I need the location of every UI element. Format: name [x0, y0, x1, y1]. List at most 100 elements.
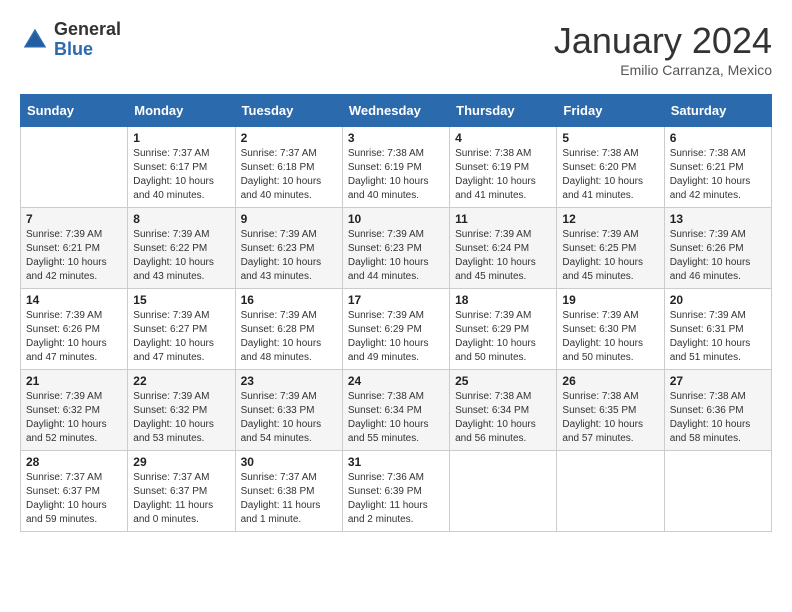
day-number: 4 [455, 131, 551, 145]
day-number: 19 [562, 293, 658, 307]
day-number: 5 [562, 131, 658, 145]
calendar-cell: 6 Sunrise: 7:38 AM Sunset: 6:21 PM Daylig… [664, 127, 771, 208]
day-info: Sunrise: 7:38 AM Sunset: 6:35 PM Dayligh… [562, 390, 658, 446]
calendar-cell: 12Sunrise: 7:39 AM Sunset: 6:25 PM Dayli… [557, 208, 664, 289]
day-info: Sunrise: 7:37 AM Sunset: 6:37 PM Dayligh… [133, 471, 229, 527]
day-number: 11 [455, 212, 551, 226]
day-number: 1 [133, 131, 229, 145]
day-number: 28 [26, 455, 122, 469]
calendar-cell: 2 Sunrise: 7:37 AM Sunset: 6:18 PM Daylig… [235, 127, 342, 208]
day-number: 20 [670, 293, 766, 307]
day-info: Sunrise: 7:37 AM Sunset: 6:37 PM Dayligh… [26, 471, 122, 527]
day-number: 10 [348, 212, 444, 226]
day-number: 24 [348, 374, 444, 388]
day-info: Sunrise: 7:38 AM Sunset: 6:19 PM Dayligh… [455, 147, 551, 203]
calendar-cell: 25 Sunrise: 7:38 AM Sunset: 6:34 PM Dayli… [450, 370, 557, 451]
day-number: 3 [348, 131, 444, 145]
day-number: 14 [26, 293, 122, 307]
day-info: Sunrise: 7:38 AM Sunset: 6:34 PM Dayligh… [348, 390, 444, 446]
day-number: 30 [241, 455, 337, 469]
calendar-cell: 26 Sunrise: 7:38 AM Sunset: 6:35 PM Dayli… [557, 370, 664, 451]
day-info: Sunrise: 7:37 AM Sunset: 6:17 PM Dayligh… [133, 147, 229, 203]
calendar-cell [557, 451, 664, 532]
calendar-cell: 16Sunrise: 7:39 AM Sunset: 6:28 PM Dayli… [235, 289, 342, 370]
calendar-cell: 22Sunrise: 7:39 AM Sunset: 6:32 PM Dayli… [128, 370, 235, 451]
day-number: 8 [133, 212, 229, 226]
weekday-header-monday: Monday [128, 95, 235, 127]
day-info: Sunrise: 7:38 AM Sunset: 6:20 PM Dayligh… [562, 147, 658, 203]
week-row-2: 7Sunrise: 7:39 AM Sunset: 6:21 PM Daylig… [21, 208, 772, 289]
day-info: Sunrise: 7:37 AM Sunset: 6:38 PM Dayligh… [241, 471, 337, 527]
day-info: Sunrise: 7:39 AM Sunset: 6:29 PM Dayligh… [455, 309, 551, 365]
logo-text: General Blue [54, 20, 121, 60]
calendar-cell: 1 Sunrise: 7:37 AM Sunset: 6:17 PM Daylig… [128, 127, 235, 208]
day-info: Sunrise: 7:39 AM Sunset: 6:22 PM Dayligh… [133, 228, 229, 284]
title-block: January 2024 Emilio Carranza, Mexico [554, 20, 772, 78]
calendar-cell: 18 Sunrise: 7:39 AM Sunset: 6:29 PM Dayli… [450, 289, 557, 370]
calendar-cell: 7Sunrise: 7:39 AM Sunset: 6:21 PM Daylig… [21, 208, 128, 289]
week-row-4: 21 Sunrise: 7:39 AM Sunset: 6:32 PM Dayli… [21, 370, 772, 451]
weekday-header-wednesday: Wednesday [342, 95, 449, 127]
calendar-cell: 11Sunrise: 7:39 AM Sunset: 6:24 PM Dayli… [450, 208, 557, 289]
weekday-header-thursday: Thursday [450, 95, 557, 127]
calendar-cell [21, 127, 128, 208]
logo-general: General [54, 20, 121, 40]
day-number: 9 [241, 212, 337, 226]
calendar-cell: 28 Sunrise: 7:37 AM Sunset: 6:37 PM Dayli… [21, 451, 128, 532]
day-info: Sunrise: 7:39 AM Sunset: 6:30 PM Dayligh… [562, 309, 658, 365]
day-number: 27 [670, 374, 766, 388]
calendar-cell: 13 Sunrise: 7:39 AM Sunset: 6:26 PM Dayli… [664, 208, 771, 289]
calendar-cell: 4 Sunrise: 7:38 AM Sunset: 6:19 PM Daylig… [450, 127, 557, 208]
week-row-3: 14 Sunrise: 7:39 AM Sunset: 6:26 PM Dayli… [21, 289, 772, 370]
calendar-cell: 9Sunrise: 7:39 AM Sunset: 6:23 PM Daylig… [235, 208, 342, 289]
day-info: Sunrise: 7:38 AM Sunset: 6:36 PM Dayligh… [670, 390, 766, 446]
calendar-cell: 29 Sunrise: 7:37 AM Sunset: 6:37 PM Dayli… [128, 451, 235, 532]
calendar-cell: 8 Sunrise: 7:39 AM Sunset: 6:22 PM Daylig… [128, 208, 235, 289]
calendar-cell: 15 Sunrise: 7:39 AM Sunset: 6:27 PM Dayli… [128, 289, 235, 370]
calendar-cell: 17 Sunrise: 7:39 AM Sunset: 6:29 PM Dayli… [342, 289, 449, 370]
day-number: 18 [455, 293, 551, 307]
day-info: Sunrise: 7:39 AM Sunset: 6:26 PM Dayligh… [670, 228, 766, 284]
calendar-cell: 3Sunrise: 7:38 AM Sunset: 6:19 PM Daylig… [342, 127, 449, 208]
day-number: 25 [455, 374, 551, 388]
day-info: Sunrise: 7:39 AM Sunset: 6:29 PM Dayligh… [348, 309, 444, 365]
day-info: Sunrise: 7:39 AM Sunset: 6:32 PM Dayligh… [133, 390, 229, 446]
day-number: 6 [670, 131, 766, 145]
week-row-5: 28 Sunrise: 7:37 AM Sunset: 6:37 PM Dayli… [21, 451, 772, 532]
day-info: Sunrise: 7:39 AM Sunset: 6:33 PM Dayligh… [241, 390, 337, 446]
weekday-header-sunday: Sunday [21, 95, 128, 127]
day-info: Sunrise: 7:37 AM Sunset: 6:18 PM Dayligh… [241, 147, 337, 203]
calendar-cell [450, 451, 557, 532]
day-number: 21 [26, 374, 122, 388]
day-number: 29 [133, 455, 229, 469]
logo-blue: Blue [54, 40, 121, 60]
calendar-table: SundayMondayTuesdayWednesdayThursdayFrid… [20, 94, 772, 532]
day-info: Sunrise: 7:39 AM Sunset: 6:27 PM Dayligh… [133, 309, 229, 365]
day-info: Sunrise: 7:39 AM Sunset: 6:21 PM Dayligh… [26, 228, 122, 284]
day-info: Sunrise: 7:39 AM Sunset: 6:32 PM Dayligh… [26, 390, 122, 446]
calendar-cell: 24 Sunrise: 7:38 AM Sunset: 6:34 PM Dayli… [342, 370, 449, 451]
day-number: 2 [241, 131, 337, 145]
day-info: Sunrise: 7:38 AM Sunset: 6:21 PM Dayligh… [670, 147, 766, 203]
day-number: 26 [562, 374, 658, 388]
page-header: General Blue January 2024 Emilio Carranz… [20, 20, 772, 78]
calendar-subtitle: Emilio Carranza, Mexico [554, 62, 772, 78]
calendar-cell: 10Sunrise: 7:39 AM Sunset: 6:23 PM Dayli… [342, 208, 449, 289]
day-info: Sunrise: 7:39 AM Sunset: 6:25 PM Dayligh… [562, 228, 658, 284]
calendar-cell: 20Sunrise: 7:39 AM Sunset: 6:31 PM Dayli… [664, 289, 771, 370]
calendar-title: January 2024 [554, 20, 772, 62]
calendar-cell: 27 Sunrise: 7:38 AM Sunset: 6:36 PM Dayli… [664, 370, 771, 451]
day-number: 13 [670, 212, 766, 226]
day-info: Sunrise: 7:38 AM Sunset: 6:34 PM Dayligh… [455, 390, 551, 446]
logo-icon [20, 25, 50, 55]
day-info: Sunrise: 7:39 AM Sunset: 6:26 PM Dayligh… [26, 309, 122, 365]
calendar-cell: 21 Sunrise: 7:39 AM Sunset: 6:32 PM Dayli… [21, 370, 128, 451]
calendar-cell: 30 Sunrise: 7:37 AM Sunset: 6:38 PM Dayli… [235, 451, 342, 532]
day-number: 15 [133, 293, 229, 307]
calendar-cell: 5 Sunrise: 7:38 AM Sunset: 6:20 PM Daylig… [557, 127, 664, 208]
calendar-cell: 19 Sunrise: 7:39 AM Sunset: 6:30 PM Dayli… [557, 289, 664, 370]
day-number: 16 [241, 293, 337, 307]
day-number: 17 [348, 293, 444, 307]
day-number: 31 [348, 455, 444, 469]
day-info: Sunrise: 7:36 AM Sunset: 6:39 PM Dayligh… [348, 471, 444, 527]
